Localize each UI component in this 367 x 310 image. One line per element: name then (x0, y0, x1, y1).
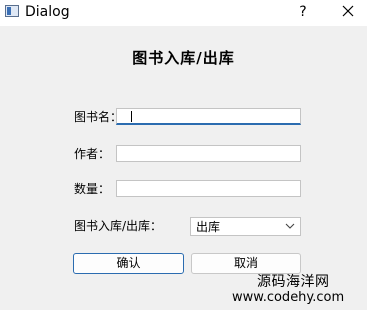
confirm-button[interactable]: 确认 (73, 253, 184, 274)
author-label: 作者： (74, 147, 111, 161)
chevron-down-icon (285, 223, 295, 229)
close-button[interactable] (336, 1, 360, 23)
help-button[interactable]: ? (292, 1, 314, 23)
book-name-label: 图书名： (74, 110, 123, 124)
watermark-site-name: 源码海洋网 (257, 274, 330, 290)
cancel-button[interactable]: 取消 (191, 253, 301, 274)
title-bar: Dialog ? (0, 0, 367, 26)
window-title: Dialog (25, 4, 70, 20)
close-icon (342, 5, 354, 17)
direction-label: 图书入库/出库： (74, 219, 163, 233)
quantity-label: 数量： (74, 182, 111, 196)
watermark-url: www.codehy.com (232, 290, 345, 305)
book-name-input[interactable] (116, 108, 301, 125)
author-input[interactable] (116, 145, 301, 162)
app-window-icon (5, 5, 19, 17)
direction-selected-value: 出库 (196, 220, 221, 234)
quantity-input[interactable] (116, 180, 301, 197)
text-caret (131, 111, 132, 122)
direction-select[interactable]: 出库 (190, 217, 301, 236)
dialog-heading: 图书入库/出库 (132, 49, 235, 67)
